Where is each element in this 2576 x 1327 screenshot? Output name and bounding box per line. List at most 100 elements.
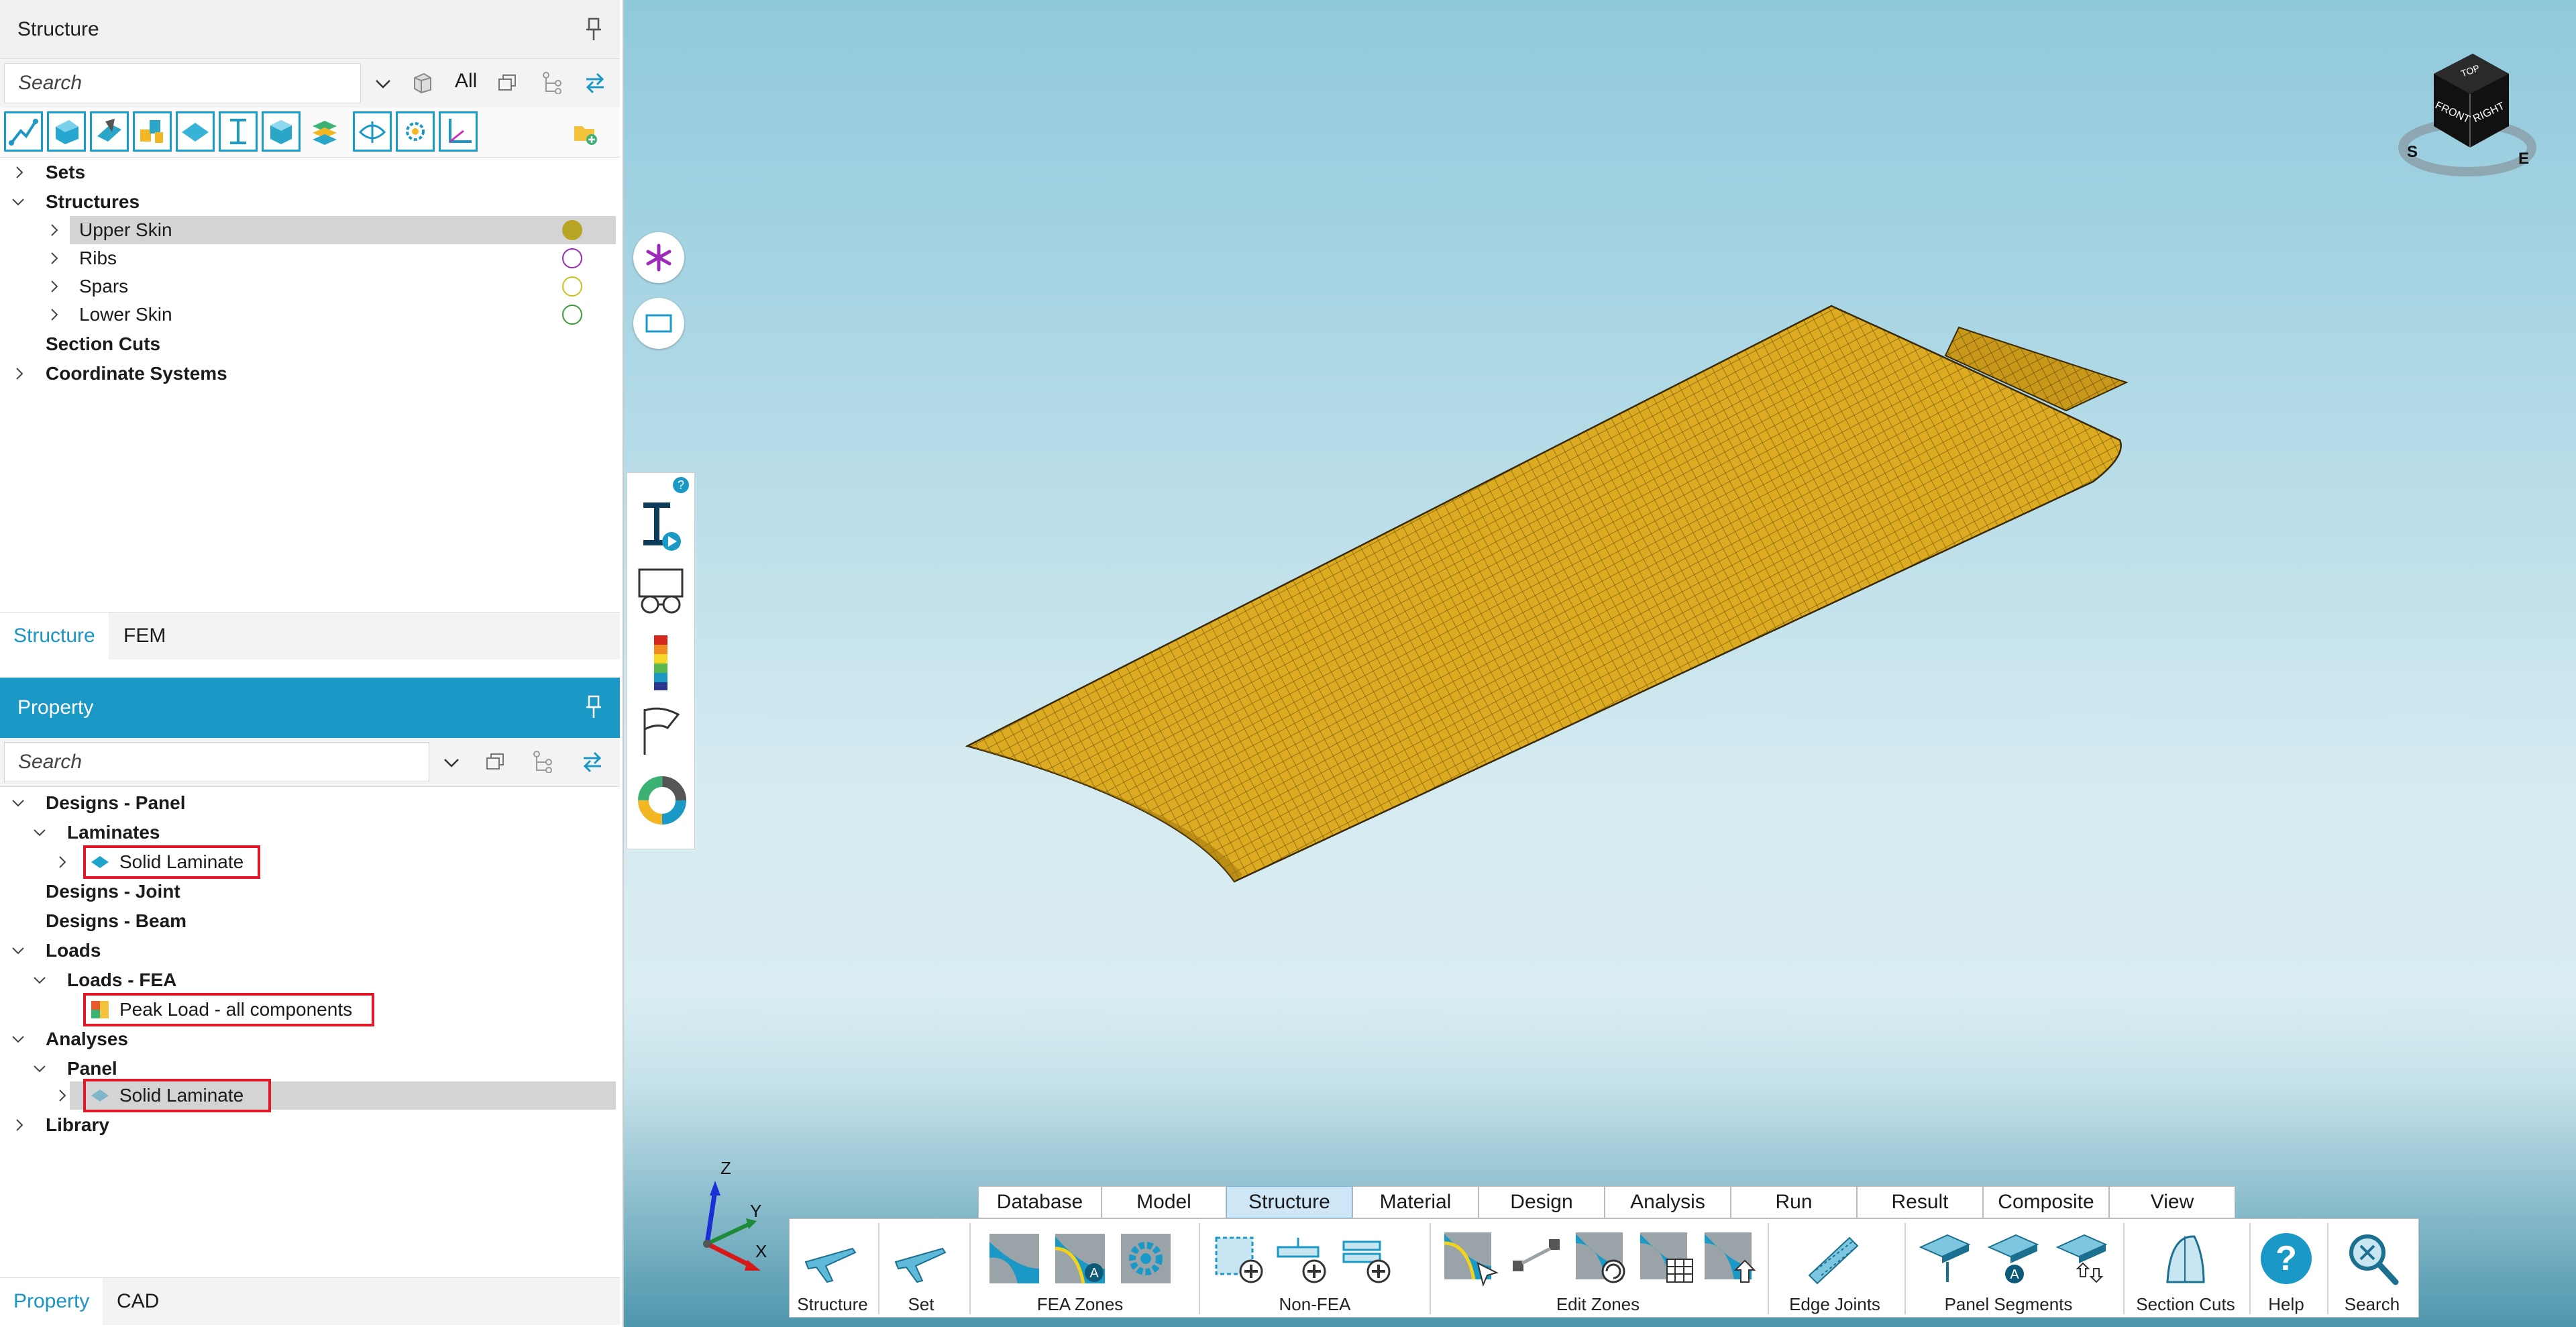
tool-path-button[interactable] bbox=[4, 111, 43, 152]
tool-joint-button[interactable] bbox=[353, 111, 392, 152]
chevron-right-icon[interactable] bbox=[13, 166, 25, 178]
tree-item-loads[interactable]: Loads bbox=[0, 937, 620, 965]
help-button[interactable]: ? bbox=[2256, 1228, 2316, 1289]
tab-view[interactable]: View bbox=[2109, 1186, 2235, 1218]
tool-assembly-button[interactable] bbox=[133, 111, 172, 152]
edit-zone-table-button[interactable] bbox=[1636, 1228, 1697, 1289]
hierarchy-icon[interactable] bbox=[531, 750, 554, 773]
chevron-down-icon[interactable] bbox=[374, 75, 392, 93]
color-dot-icon[interactable] bbox=[562, 248, 582, 268]
tree-item-spars[interactable]: Spars bbox=[0, 272, 620, 301]
tab-material[interactable]: Material bbox=[1352, 1186, 1479, 1218]
structure-ribbon-button[interactable] bbox=[799, 1228, 859, 1289]
tab-structure-ribbon[interactable]: Structure bbox=[1226, 1186, 1352, 1218]
edge-joints-button[interactable] bbox=[1803, 1228, 1863, 1289]
tree-item-analyses[interactable]: Analyses bbox=[0, 1025, 620, 1053]
tree-item-section-cuts[interactable]: Section Cuts bbox=[0, 330, 620, 358]
tab-run[interactable]: Run bbox=[1731, 1186, 1857, 1218]
tree-item-solid-laminate-analysis[interactable]: Solid Laminate bbox=[0, 1079, 620, 1112]
tree-item-upper-skin[interactable]: Upper Skin bbox=[0, 216, 620, 244]
tree-item-structures[interactable]: Structures bbox=[0, 188, 620, 216]
chevron-right-icon[interactable] bbox=[13, 368, 25, 380]
edit-zone-reset-button[interactable] bbox=[1572, 1228, 1632, 1289]
tree-item-designs-beam[interactable]: Designs - Beam bbox=[0, 907, 620, 935]
chevron-down-icon[interactable] bbox=[12, 797, 24, 809]
chevron-down-icon[interactable] bbox=[443, 754, 460, 772]
tree-item-designs-panel[interactable]: Designs - Panel bbox=[0, 789, 620, 817]
help-icon[interactable]: ? bbox=[673, 477, 689, 493]
chevron-right-icon[interactable] bbox=[13, 1119, 25, 1131]
tool-coordinate-button[interactable] bbox=[439, 111, 478, 152]
tab-database[interactable]: Database bbox=[978, 1186, 1102, 1218]
tool-panel-button[interactable] bbox=[176, 111, 215, 152]
cube-filter-icon[interactable] bbox=[411, 71, 433, 94]
view-cube[interactable]: TOP FRONT RIGHT S E bbox=[2394, 47, 2541, 181]
fea-zone-gear-button[interactable] bbox=[1116, 1228, 1176, 1289]
color-dot-icon[interactable] bbox=[562, 305, 582, 325]
window-button[interactable] bbox=[633, 298, 684, 349]
wing-mesh-model[interactable] bbox=[939, 295, 2147, 899]
non-fea-add-panel-button[interactable] bbox=[1210, 1228, 1270, 1289]
layers-icon[interactable] bbox=[307, 114, 342, 150]
edit-zone-merge-button[interactable] bbox=[1507, 1228, 1568, 1289]
chevron-right-icon[interactable] bbox=[56, 1090, 68, 1102]
tab-design[interactable]: Design bbox=[1479, 1186, 1605, 1218]
color-dot-icon[interactable] bbox=[562, 276, 582, 297]
chevron-down-icon[interactable] bbox=[12, 945, 24, 957]
pin-icon[interactable] bbox=[585, 695, 602, 719]
flag-icon[interactable] bbox=[638, 705, 686, 757]
chevron-down-icon[interactable] bbox=[12, 1033, 24, 1045]
chevron-right-icon[interactable] bbox=[48, 252, 60, 264]
folder-add-icon[interactable] bbox=[572, 119, 598, 146]
tab-composite[interactable]: Composite bbox=[1983, 1186, 2109, 1218]
sync-icon[interactable] bbox=[584, 71, 606, 94]
hierarchy-icon[interactable] bbox=[541, 71, 564, 94]
beam-play-icon[interactable] bbox=[637, 496, 685, 556]
panel-segment-button[interactable] bbox=[1914, 1228, 1974, 1289]
tab-structure[interactable]: Structure bbox=[0, 613, 109, 659]
tree-item-designs-joint[interactable]: Designs - Joint bbox=[0, 878, 620, 906]
chevron-down-icon[interactable] bbox=[12, 196, 24, 208]
donut-chart-icon[interactable] bbox=[637, 774, 688, 827]
tab-property[interactable]: Property bbox=[0, 1278, 103, 1325]
property-search-input[interactable]: Search bbox=[4, 742, 429, 782]
tree-item-loads-fea[interactable]: Loads - FEA bbox=[0, 966, 620, 994]
tab-cad[interactable]: CAD bbox=[103, 1278, 172, 1325]
fea-zone-auto-button[interactable]: A bbox=[1050, 1228, 1110, 1289]
panel-segment-auto-button[interactable]: A bbox=[1982, 1228, 2043, 1289]
edit-zone-export-button[interactable] bbox=[1701, 1228, 1761, 1289]
tree-item-library[interactable]: Library bbox=[0, 1111, 620, 1139]
chevron-down-icon[interactable] bbox=[34, 974, 46, 986]
tab-result[interactable]: Result bbox=[1857, 1186, 1983, 1218]
filter-all-label[interactable]: All bbox=[455, 70, 477, 93]
non-fea-add-beam-button[interactable] bbox=[1273, 1228, 1333, 1289]
tool-solid-button[interactable] bbox=[47, 111, 86, 152]
section-cuts-button[interactable] bbox=[2154, 1228, 2214, 1289]
color-legend-icon[interactable] bbox=[649, 634, 673, 692]
tree-item-sets[interactable]: Sets bbox=[0, 158, 620, 187]
set-ribbon-button[interactable] bbox=[889, 1228, 949, 1289]
tool-mesh-button[interactable] bbox=[396, 111, 435, 152]
tree-item-solid-laminate[interactable]: Solid Laminate bbox=[0, 845, 620, 879]
sync-icon[interactable] bbox=[581, 750, 604, 773]
structure-search-input[interactable]: Search bbox=[4, 63, 361, 103]
tree-item-coordinate-systems[interactable]: Coordinate Systems bbox=[0, 360, 620, 388]
collapse-all-icon[interactable] bbox=[496, 71, 519, 94]
tab-model[interactable]: Model bbox=[1102, 1186, 1226, 1218]
tab-analysis[interactable]: Analysis bbox=[1605, 1186, 1731, 1218]
panel-segment-edit-button[interactable] bbox=[2051, 1228, 2111, 1289]
tab-fem[interactable]: FEM bbox=[110, 613, 179, 659]
tree-item-ribs[interactable]: Ribs bbox=[0, 244, 620, 272]
tool-box-button[interactable] bbox=[262, 111, 301, 152]
non-fea-add-joint-button[interactable] bbox=[1337, 1228, 1397, 1289]
edit-zone-select-button[interactable] bbox=[1440, 1228, 1501, 1289]
pin-icon[interactable] bbox=[585, 17, 602, 42]
asterisk-button[interactable] bbox=[633, 232, 684, 283]
glasses-icon[interactable] bbox=[635, 566, 686, 619]
color-dot-icon[interactable] bbox=[562, 220, 582, 240]
tool-surface-button[interactable] bbox=[90, 111, 129, 152]
chevron-down-icon[interactable] bbox=[34, 827, 46, 839]
tree-item-lower-skin[interactable]: Lower Skin bbox=[0, 301, 620, 329]
compass-s-label[interactable]: S bbox=[2407, 143, 2418, 161]
chevron-right-icon[interactable] bbox=[48, 309, 60, 321]
